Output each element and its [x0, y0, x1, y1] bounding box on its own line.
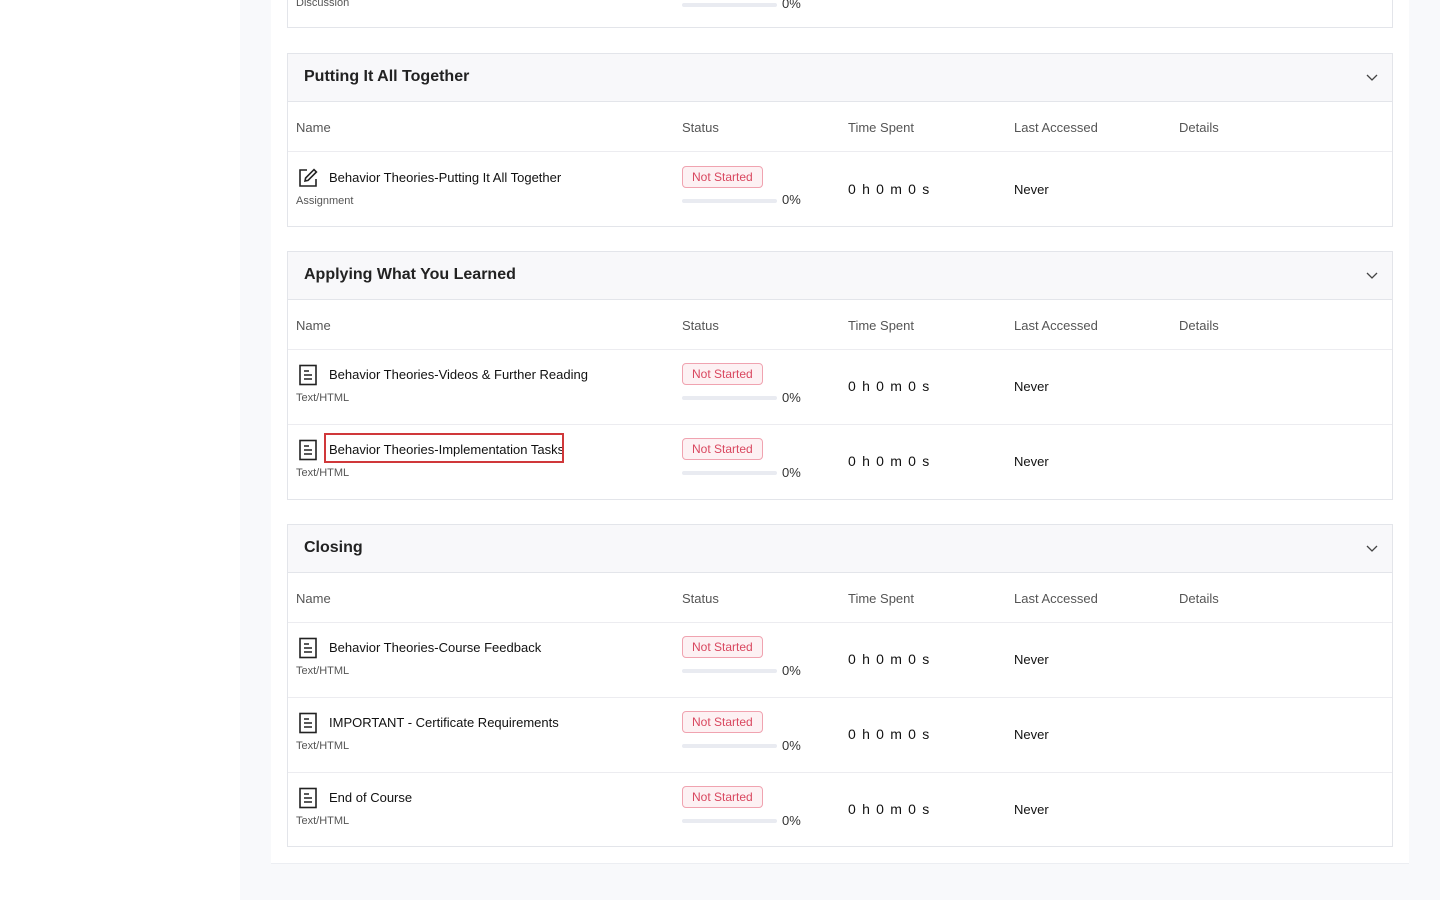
last-accessed: Never	[1014, 454, 1049, 469]
document-icon	[299, 787, 317, 809]
item-name-link[interactable]: Behavior Theories-Implementation Tasks	[329, 442, 564, 457]
status-badge: Not Started	[682, 711, 763, 733]
column-name: Name	[296, 591, 331, 606]
item-name-link[interactable]: Behavior Theories-Videos & Further Readi…	[329, 367, 588, 382]
table-row: End of Course Text/HTML Not Started 0% 0…	[288, 773, 1392, 847]
column-status: Status	[682, 591, 719, 606]
item-type: Text/HTML	[296, 392, 350, 404]
column-name: Name	[296, 318, 331, 333]
status-badge: Not Started	[682, 363, 763, 385]
section-header[interactable]: Applying What You Learned	[288, 252, 1392, 300]
progress-bar	[682, 669, 777, 673]
column-details: Details	[1179, 318, 1219, 333]
progress-percent: 0%	[782, 465, 801, 480]
table-row: Behavior Theories-Putting It All Togethe…	[288, 152, 1392, 226]
time-spent: 0 h 0 m 0 s	[848, 378, 931, 394]
progress-percent: 0%	[782, 192, 801, 207]
left-rail	[0, 0, 240, 900]
item-name-link[interactable]: End of Course	[329, 790, 412, 805]
last-accessed: Never	[1014, 802, 1049, 817]
chevron-down-icon[interactable]	[1366, 269, 1378, 281]
item-type: Text/HTML	[296, 815, 350, 827]
item-type: Assignment	[296, 195, 354, 207]
document-icon	[299, 712, 317, 734]
item-name-link[interactable]: Behavior Theories-Putting It All Togethe…	[329, 170, 561, 185]
column-last-accessed: Last Accessed	[1014, 120, 1098, 135]
column-status: Status	[682, 120, 719, 135]
column-last-accessed: Last Accessed	[1014, 318, 1098, 333]
status-badge: Not Started	[682, 636, 763, 658]
column-headers: Name Status Time Spent Last Accessed Det…	[288, 573, 1392, 623]
item-name-link[interactable]: IMPORTANT - Certificate Requirements	[329, 715, 559, 730]
time-spent: 0 h 0 m 0 s	[848, 453, 931, 469]
section-title: Closing	[304, 539, 363, 556]
column-headers: Name Status Time Spent Last Accessed Det…	[288, 300, 1392, 350]
section-title: Putting It All Together	[304, 68, 470, 85]
column-last-accessed: Last Accessed	[1014, 591, 1098, 606]
item-type: Discussion	[296, 0, 350, 9]
progress-bar	[682, 744, 777, 748]
document-icon	[299, 637, 317, 659]
chevron-down-icon[interactable]	[1366, 542, 1378, 554]
section-applying-what-you-learned: Applying What You Learned Name Status Ti…	[287, 251, 1393, 500]
section-header[interactable]: Closing	[288, 525, 1392, 573]
document-icon	[299, 439, 317, 461]
status-badge: Not Started	[682, 438, 763, 460]
time-spent: 0 h 0 m 0 s	[848, 651, 931, 667]
chevron-down-icon[interactable]	[1366, 71, 1378, 83]
item-type: Text/HTML	[296, 467, 350, 479]
progress-bar	[682, 199, 777, 203]
time-spent: 0 h 0 m 0 s	[848, 726, 931, 742]
table-row: IMPORTANT - Certificate Requirements Tex…	[288, 698, 1392, 773]
progress-bar	[682, 396, 777, 400]
item-type: Text/HTML	[296, 740, 350, 752]
progress-bar	[682, 471, 777, 475]
progress-percent: 0%	[782, 0, 801, 11]
column-headers: Name Status Time Spent Last Accessed Det…	[288, 102, 1392, 152]
column-details: Details	[1179, 120, 1219, 135]
last-accessed: Never	[1014, 652, 1049, 667]
progress-percent: 0%	[782, 663, 801, 678]
last-accessed: Never	[1014, 182, 1049, 197]
document-icon	[299, 364, 317, 386]
progress-bar	[682, 819, 777, 823]
progress-percent: 0%	[782, 813, 801, 828]
item-type: Text/HTML	[296, 665, 350, 677]
edit-icon	[299, 168, 318, 187]
column-status: Status	[682, 318, 719, 333]
table-row: Behavior Theories-Videos & Further Readi…	[288, 350, 1392, 425]
column-name: Name	[296, 120, 331, 135]
progress-bar	[682, 3, 777, 7]
time-spent: 0 h 0 m 0 s	[848, 181, 931, 197]
status-badge: Not Started	[682, 786, 763, 808]
time-spent: 0 h 0 m 0 s	[848, 801, 931, 817]
section-header[interactable]: Putting It All Together	[288, 54, 1392, 102]
column-time-spent: Time Spent	[848, 591, 914, 606]
column-details: Details	[1179, 591, 1219, 606]
previous-section-fragment: Discussion 0%	[287, 0, 1393, 28]
section-closing: Closing Name Status Time Spent Last Acce…	[287, 524, 1393, 847]
table-row: Behavior Theories-Implementation Tasks T…	[288, 425, 1392, 499]
column-time-spent: Time Spent	[848, 120, 914, 135]
progress-percent: 0%	[782, 738, 801, 753]
status-badge: Not Started	[682, 166, 763, 188]
section-title: Applying What You Learned	[304, 266, 516, 283]
section-putting-it-all-together: Putting It All Together Name Status Time…	[287, 53, 1393, 227]
progress-percent: 0%	[782, 390, 801, 405]
column-time-spent: Time Spent	[848, 318, 914, 333]
last-accessed: Never	[1014, 379, 1049, 394]
item-name-link[interactable]: Behavior Theories-Course Feedback	[329, 640, 541, 655]
table-row: Behavior Theories-Course Feedback Text/H…	[288, 623, 1392, 698]
last-accessed: Never	[1014, 727, 1049, 742]
